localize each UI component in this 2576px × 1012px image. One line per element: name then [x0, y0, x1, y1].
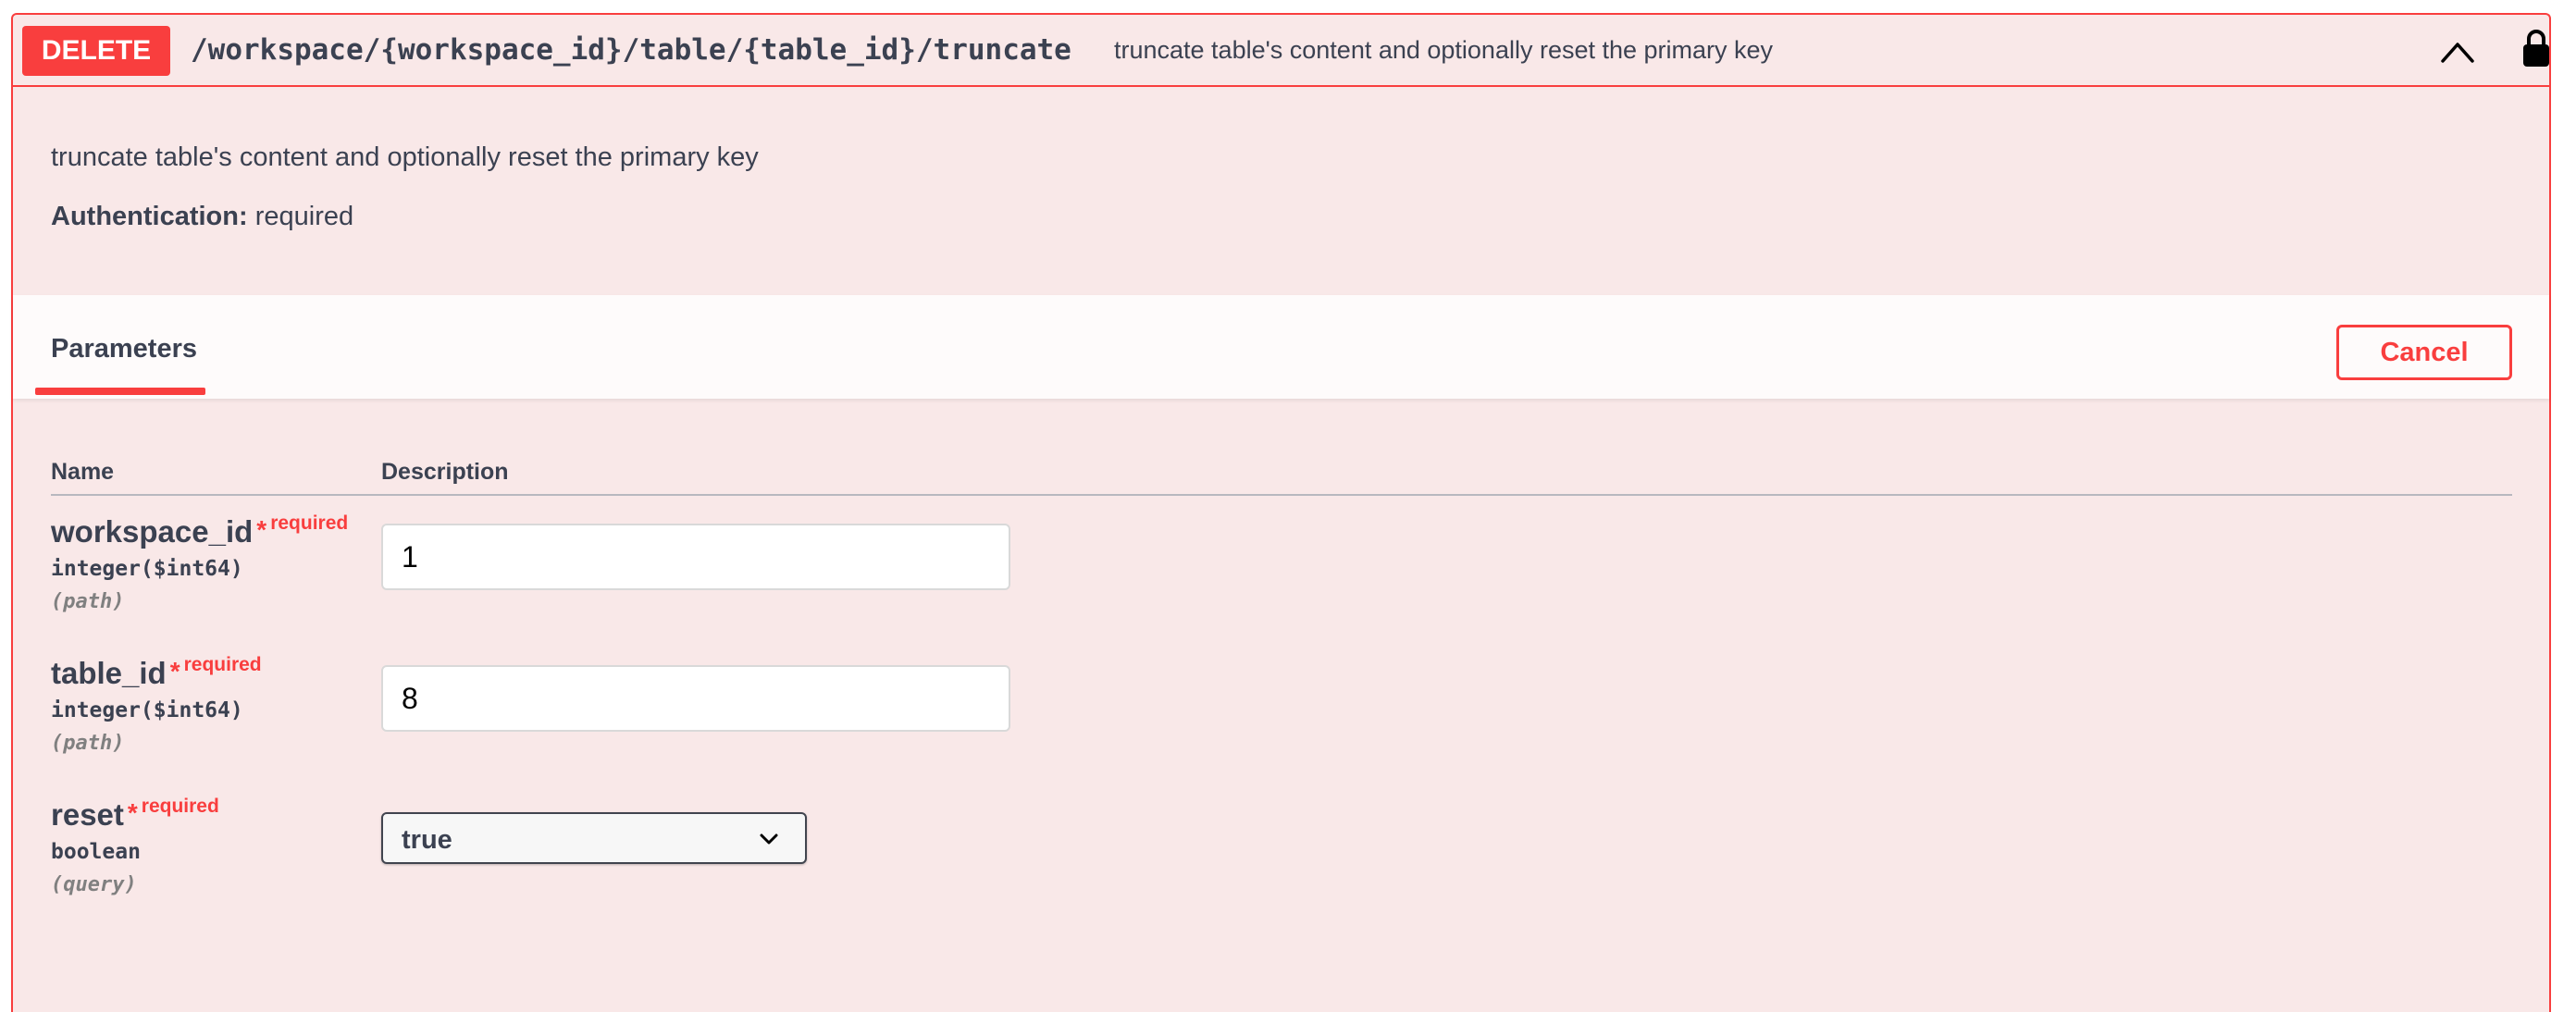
chevron-up-icon[interactable]: [2439, 35, 2476, 67]
param-name-text: workspace_id: [51, 514, 254, 549]
authentication-label: Authentication:: [51, 202, 248, 231]
param-name: table_id * required: [51, 654, 262, 691]
header-divider: [51, 494, 2512, 496]
parameters-section-header: Parameters Cancel: [13, 295, 2549, 399]
param-name-text: table_id: [51, 656, 167, 690]
param-type: integer($int64): [51, 698, 243, 722]
cancel-button[interactable]: Cancel: [2336, 325, 2512, 380]
reset-select-value: true: [402, 825, 452, 855]
param-name: reset * required: [51, 796, 219, 833]
required-label: required: [270, 512, 349, 534]
operation-description: truncate table's content and optionally …: [51, 142, 759, 172]
param-table-id: table_id * required integer($int64) (path): [51, 654, 262, 755]
param-reset: reset * required boolean (query): [51, 796, 219, 896]
required-star: *: [169, 657, 180, 685]
lock-icon[interactable]: [2520, 28, 2552, 68]
param-type: integer($int64): [51, 557, 243, 581]
required-label: required: [141, 796, 219, 817]
operation-summary[interactable]: DELETE /workspace/{workspace_id}/table/{…: [13, 15, 2549, 87]
chevron-down-icon: [760, 833, 778, 845]
workspace-id-input[interactable]: [381, 524, 1010, 590]
tab-active-indicator: [35, 388, 205, 395]
param-workspace-id: workspace_id * required integer($int64) (p…: [51, 512, 349, 613]
summary-description: truncate table's content and optionally …: [1114, 36, 1774, 64]
reset-select[interactable]: true: [381, 812, 807, 864]
param-name: workspace_id * required: [51, 512, 349, 549]
authentication-info: Authentication: required: [51, 202, 353, 232]
required-star: *: [127, 798, 138, 827]
authentication-value: required: [254, 202, 354, 231]
table-id-input[interactable]: [381, 665, 1010, 732]
required-label: required: [183, 654, 262, 675]
column-header-name: Name: [51, 459, 115, 485]
param-location: (path): [51, 732, 125, 755]
operation-block-delete: DELETE /workspace/{workspace_id}/table/{…: [11, 13, 2551, 1012]
column-header-description: Description: [381, 459, 509, 485]
endpoint-path: /workspace/{workspace_id}/table/{table_i…: [191, 33, 1071, 67]
tab-parameters[interactable]: Parameters: [51, 334, 197, 364]
param-location: (query): [51, 873, 137, 896]
method-badge: DELETE: [22, 26, 170, 76]
param-name-text: reset: [51, 797, 124, 832]
param-type: boolean: [51, 840, 141, 864]
param-location: (path): [51, 590, 125, 613]
required-star: *: [256, 515, 267, 544]
